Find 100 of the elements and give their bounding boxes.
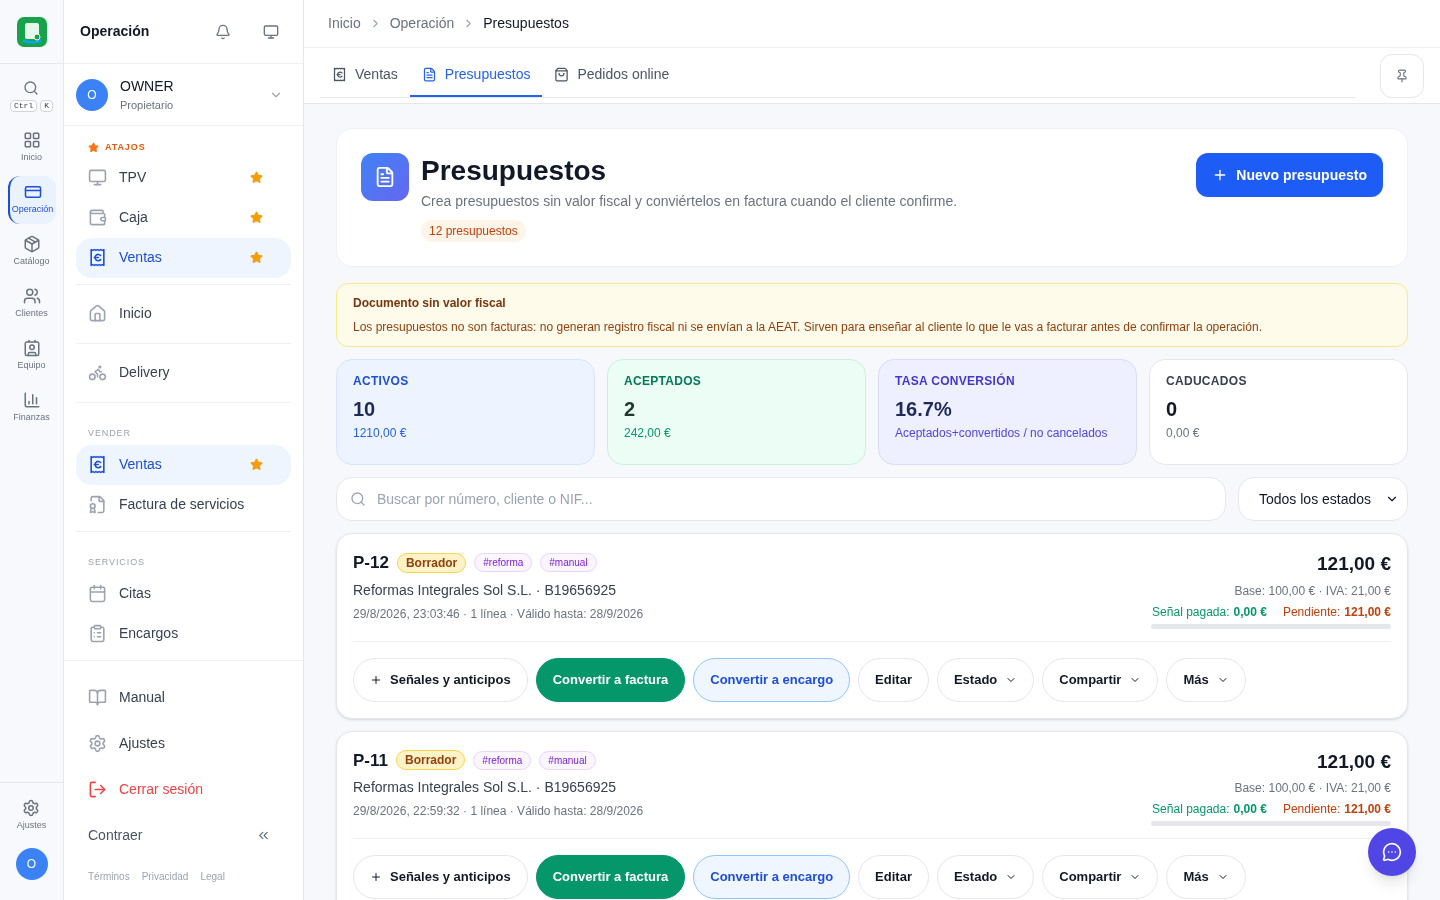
- action-button[interactable]: Convertir a factura: [535, 855, 686, 899]
- client-name: Reformas Integrales Sol S.L. · B19656925: [353, 580, 618, 600]
- action-button[interactable]: Señales y anticipos: [353, 855, 528, 899]
- tab[interactable]: Ventas: [320, 53, 410, 97]
- tag: #reforma: [473, 750, 532, 770]
- stat-label: ACTIVOS: [353, 373, 409, 390]
- sidebar-item[interactable]: Ventas: [76, 237, 291, 278]
- rail-nav-item[interactable]: Finanzas: [7, 384, 56, 432]
- settings-icon: [22, 798, 41, 817]
- action-button[interactable]: Convertir a encargo: [693, 657, 851, 702]
- tab[interactable]: Presupuestos: [409, 53, 543, 97]
- section-label: ATAJOS: [105, 141, 146, 154]
- tag: #manual: [540, 553, 597, 573]
- count-badge: 12 presupuestos: [421, 220, 526, 242]
- action-button[interactable]: Compartir: [1042, 855, 1159, 899]
- keyboard-key: K: [40, 100, 53, 112]
- sidebar-item[interactable]: Factura de servicios: [76, 484, 291, 525]
- new-quote-button[interactable]: Nuevo presupuesto: [1196, 153, 1383, 197]
- users-icon: [22, 287, 41, 306]
- breadcrumb-item[interactable]: Operación: [389, 13, 455, 34]
- plus-icon: [370, 673, 382, 686]
- action-button[interactable]: Señales y anticipos: [353, 657, 528, 702]
- action-button[interactable]: Convertir a factura: [535, 657, 686, 702]
- section-label: VENDER: [88, 427, 131, 438]
- sidebar-item[interactable]: Ventas: [76, 444, 291, 485]
- quote-number: P-11: [353, 749, 388, 772]
- breadcrumb-item: Presupuestos: [483, 14, 569, 33]
- user-role: Propietario: [120, 97, 174, 113]
- action-button[interactable]: Editar: [858, 657, 929, 702]
- rail-nav-item[interactable]: Clientes: [7, 280, 56, 328]
- action-button[interactable]: Editar: [858, 855, 929, 899]
- search-icon: [350, 491, 366, 507]
- monitor-icon: [88, 168, 107, 187]
- star-icon: [88, 142, 99, 154]
- rail-settings-button[interactable]: Ajustes: [16, 798, 47, 832]
- sidebar-title: Operación: [80, 22, 150, 41]
- tag: #manual: [539, 750, 596, 770]
- box-icon: [22, 235, 41, 254]
- receipt-icon: [88, 248, 107, 267]
- sidebar-item[interactable]: Manual: [76, 677, 291, 717]
- stat-detail: 0,00 €: [1166, 425, 1200, 442]
- monitor-icon[interactable]: [263, 23, 279, 40]
- stat-value: 10: [353, 397, 376, 422]
- rail-nav-item[interactable]: Catálogo: [7, 228, 56, 276]
- grid-icon: [22, 131, 41, 150]
- chart-icon: [22, 391, 41, 410]
- sidebar-item[interactable]: Delivery: [76, 349, 291, 396]
- search-icon[interactable]: [23, 80, 40, 96]
- status-badge: Borrador: [396, 750, 466, 771]
- book-icon: [88, 687, 107, 707]
- rail-nav-item[interactable]: Inicio: [7, 124, 56, 172]
- sidebar-item[interactable]: Citas: [76, 573, 291, 614]
- stat-value: 0: [1166, 397, 1178, 422]
- paid-label: Señal pagada:: [1152, 603, 1230, 621]
- user-avatar[interactable]: O: [15, 848, 48, 880]
- rail-nav-item[interactable]: Equipo: [7, 332, 56, 380]
- plus-icon: [370, 871, 382, 883]
- receipt-icon: [332, 66, 347, 82]
- paid-amount: 0,00 €: [1233, 603, 1267, 621]
- action-button[interactable]: Más: [1166, 855, 1246, 899]
- tax-breakdown: Base: 100,00 € · IVA: 21,00 €: [1234, 582, 1391, 600]
- clipboard-icon: [88, 624, 107, 643]
- sidebar-item[interactable]: Ajustes: [76, 723, 291, 763]
- action-button[interactable]: Compartir: [1042, 657, 1159, 702]
- sidebar-item[interactable]: Caja: [76, 197, 291, 238]
- bell-icon[interactable]: [215, 23, 231, 40]
- status-badge: Borrador: [396, 552, 467, 573]
- pending-label: Pendiente:: [1282, 801, 1341, 818]
- calendar-icon: [88, 584, 107, 603]
- action-button[interactable]: Más: [1166, 657, 1246, 702]
- rail-nav-item[interactable]: Operación: [7, 176, 56, 224]
- pin-icon: [1395, 68, 1409, 83]
- document-icon: [361, 153, 409, 201]
- action-button[interactable]: Estado: [936, 855, 1035, 899]
- paid-label: Señal pagada:: [1152, 801, 1230, 818]
- badge-icon: [22, 339, 41, 358]
- notice-text: Los presupuestos no son facturas: no generan registro fiscal ni se envían a la AEAT. Sirven para enseñar al cliente lo que le vas a facturar antes de confirmar la operación.: [353, 319, 1263, 336]
- quote-meta: 29/8/2026, 22:59:32 · 1 línea · Válido hasta: 28/9/2026: [353, 803, 644, 820]
- collapse-button[interactable]: Contraer: [76, 815, 291, 855]
- sidebar-item[interactable]: Cerrar sesión: [76, 769, 291, 809]
- quote-meta: 29/8/2026, 23:03:46 · 1 línea · Válido hasta: 28/9/2026: [353, 605, 644, 623]
- action-button[interactable]: Estado: [936, 657, 1035, 702]
- user-avatar: O: [76, 78, 108, 111]
- sidebar-item[interactable]: Inicio: [76, 290, 291, 337]
- settings-icon: [88, 733, 107, 753]
- sidebar-item[interactable]: Encargos: [76, 613, 291, 654]
- document-icon: [421, 66, 437, 82]
- action-button[interactable]: Convertir a encargo: [693, 855, 851, 899]
- bicycle-icon: [88, 363, 107, 382]
- status-filter-dropdown[interactable]: Todos los estados: [1238, 477, 1408, 521]
- wallet-icon: [88, 208, 107, 227]
- pending-label: Pendiente:: [1282, 603, 1341, 621]
- sidebar-item[interactable]: TPV: [76, 157, 291, 198]
- search-field[interactable]: Buscar por número, cliente o NIF...: [336, 477, 1226, 521]
- document-icon: [88, 495, 107, 514]
- tab[interactable]: Pedidos online: [542, 53, 682, 97]
- breadcrumb-item[interactable]: Inicio: [328, 13, 361, 34]
- bag-icon: [554, 66, 570, 82]
- stat-detail: 1210,00 €: [353, 425, 407, 442]
- app-logo-icon[interactable]: [16, 16, 47, 47]
